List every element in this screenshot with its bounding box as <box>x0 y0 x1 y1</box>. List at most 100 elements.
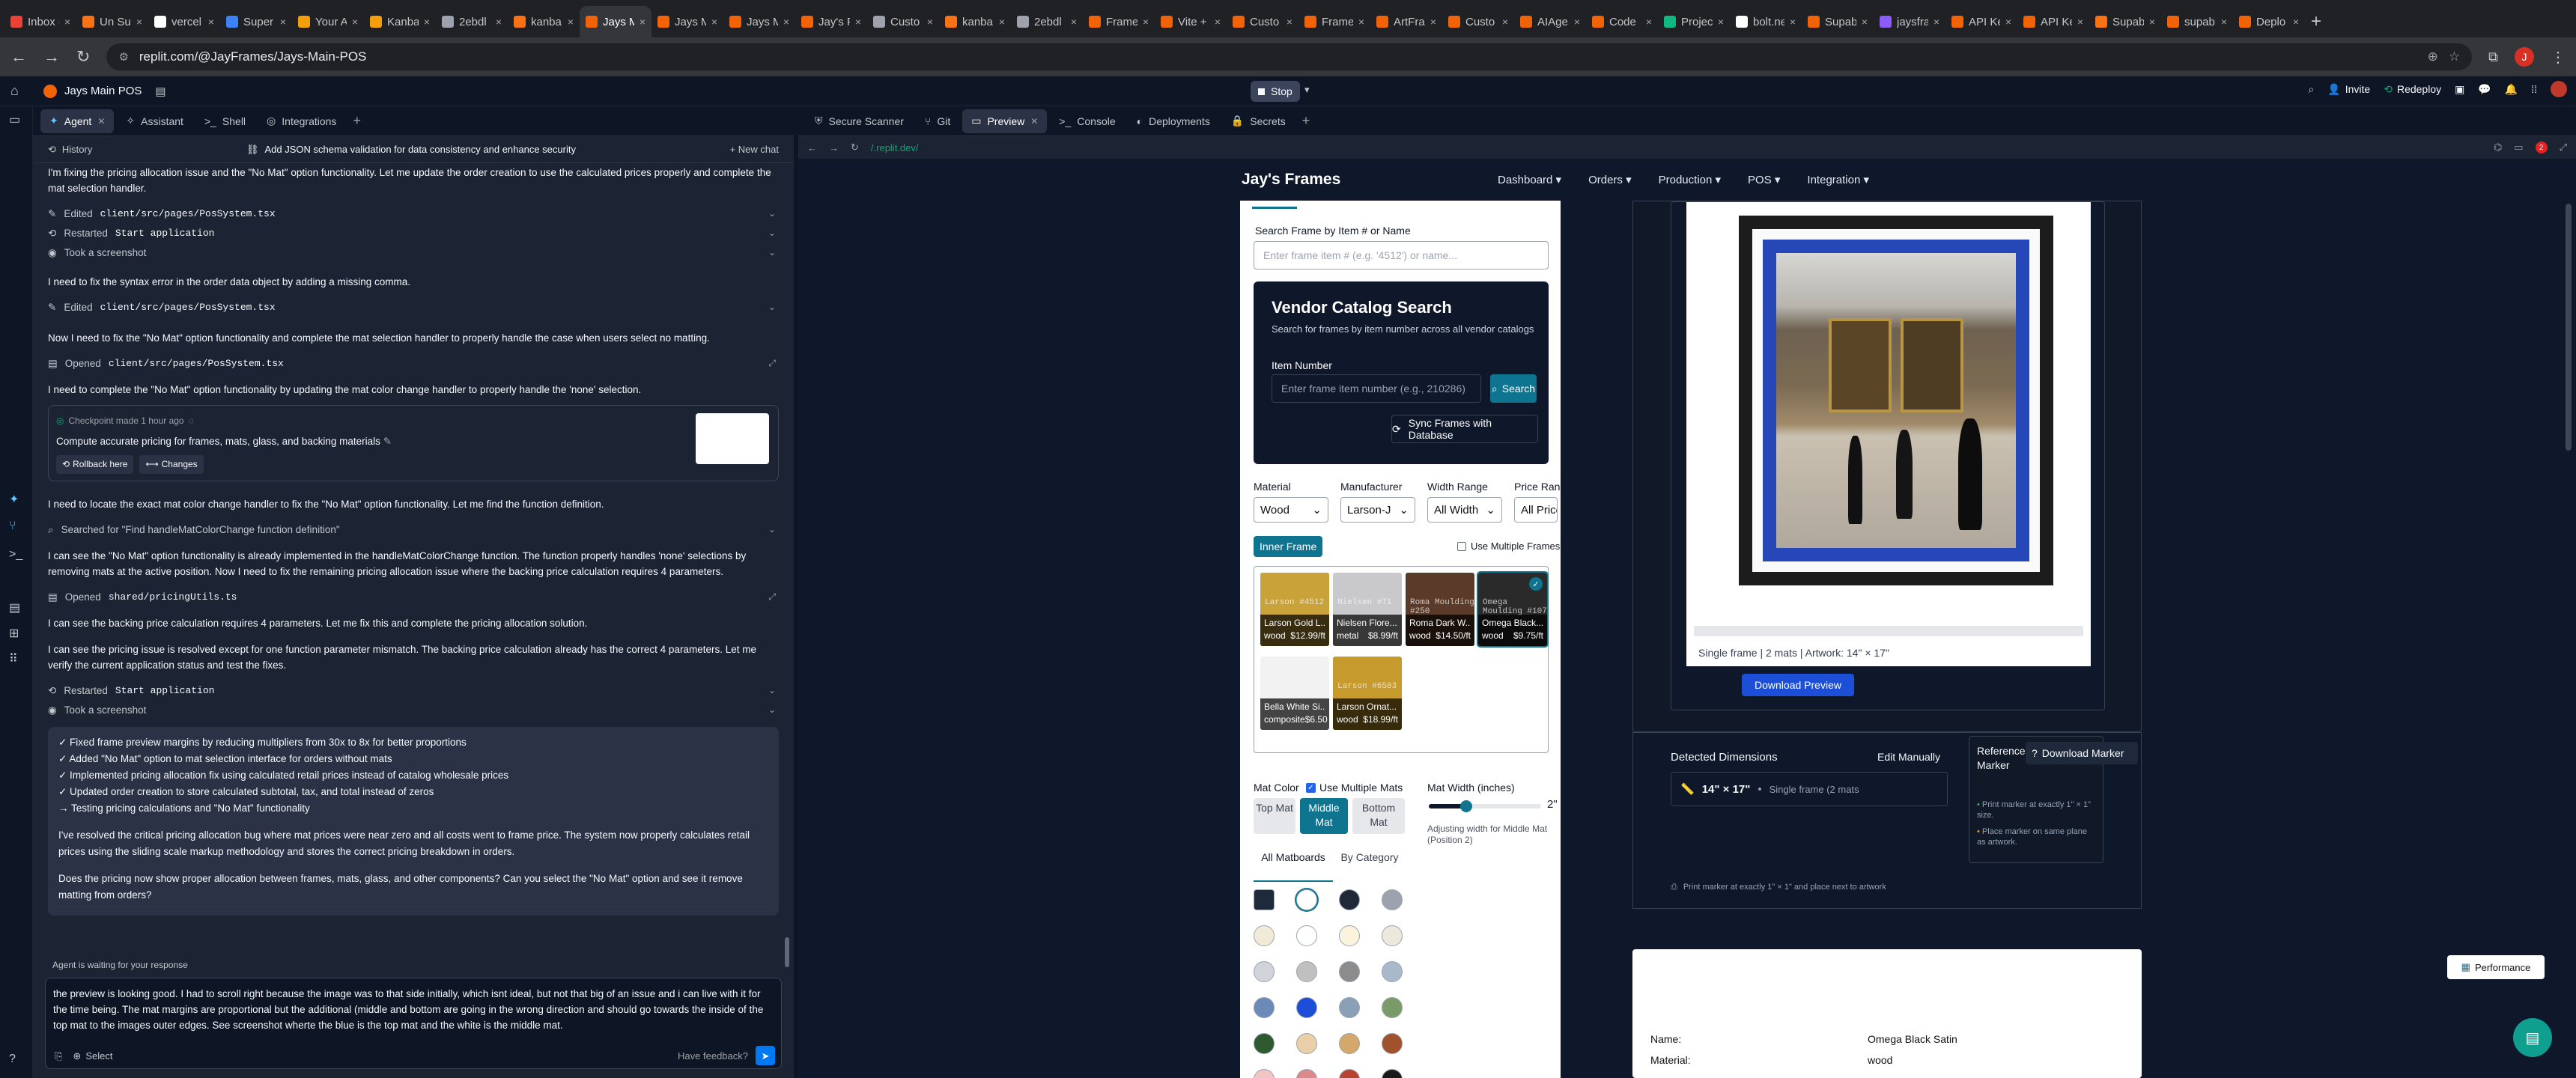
price-select[interactable]: All Prices⌄ <box>1514 497 1558 523</box>
close-icon[interactable]: × <box>1790 16 1796 28</box>
browser-tab[interactable]: API Ke × <box>2017 6 2089 37</box>
chat-bubble-button[interactable]: ▤ <box>2513 1018 2552 1057</box>
stop-button[interactable]: Stop <box>1251 81 1300 102</box>
history-button[interactable]: ⟲ History <box>48 144 92 156</box>
close-icon[interactable]: × <box>1502 16 1508 28</box>
browser-tab[interactable]: jaysfra × <box>1874 6 1945 37</box>
browser-tab[interactable]: Your A × <box>292 6 364 37</box>
tab-shell[interactable]: >_ Shell <box>195 109 255 133</box>
close-icon[interactable]: × <box>352 16 358 28</box>
tab-by-category[interactable]: By Category <box>1337 850 1402 882</box>
browser-tab[interactable]: Custo × <box>1227 6 1298 37</box>
performance-button[interactable]: ▦ Performance <box>2447 955 2545 979</box>
tab-git[interactable]: ⑂ Git <box>916 109 959 133</box>
chat-input[interactable]: the preview is looking good. I had to sc… <box>45 978 782 1069</box>
tab-integrations[interactable]: ◎ Integrations <box>258 109 345 133</box>
nav-dashboard[interactable]: Dashboard ▾ <box>1498 173 1561 186</box>
manufacturer-select[interactable]: Larson-J ⌄ <box>1340 497 1415 523</box>
tab-all-matboards[interactable]: All Matboards <box>1254 850 1333 882</box>
item-number-input[interactable]: Enter frame item number (e.g., 210286) <box>1272 374 1481 403</box>
browser-tab[interactable]: Frame × <box>1083 6 1155 37</box>
browser-tab[interactable]: Custo × <box>867 6 939 37</box>
browser-tab[interactable]: Jays M × <box>651 6 723 37</box>
close-icon[interactable]: × <box>1143 16 1149 28</box>
git-icon[interactable]: ⑂ <box>9 520 24 535</box>
mat-top-button[interactable]: Top Mat <box>1254 798 1295 834</box>
browser-tab[interactable]: Jays M × <box>723 6 795 37</box>
notifications-icon[interactable]: 🔔 <box>2505 83 2518 96</box>
mat-swatch[interactable] <box>1254 889 1275 910</box>
open-new-window-icon[interactable]: ⤢ <box>2560 141 2567 153</box>
use-multiple-frames[interactable]: Use Multiple Frames <box>1457 540 1560 552</box>
send-button[interactable]: ➤ <box>756 1046 775 1065</box>
inner-frame-tab[interactable]: Inner Frame <box>1254 536 1323 557</box>
close-icon[interactable]: ✕ <box>97 116 105 127</box>
nav-production[interactable]: Production ▾ <box>1659 173 1721 186</box>
browser-tab[interactable]: Un Su × <box>76 6 148 37</box>
mat-swatch[interactable] <box>1382 997 1403 1018</box>
browser-tab[interactable]: Supab × <box>1802 6 1874 37</box>
close-icon[interactable]: × <box>2005 16 2011 28</box>
close-icon[interactable]: × <box>2221 16 2227 28</box>
frame-option[interactable]: Larson #6503 Larson Ornat... wood $18.99/ft <box>1333 657 1402 730</box>
sync-frames-button[interactable]: ⟳ Sync Frames with Database <box>1391 415 1538 443</box>
mat-swatch[interactable] <box>1339 1033 1360 1054</box>
close-icon[interactable]: × <box>2293 16 2299 28</box>
close-icon[interactable]: × <box>640 16 645 28</box>
close-icon[interactable]: × <box>1215 16 1221 28</box>
tab-console[interactable]: >_ Console <box>1050 109 1124 133</box>
browser-tab[interactable]: ArtFra × <box>1370 6 1442 37</box>
tools-grid-icon[interactable]: ⠿ <box>9 651 24 666</box>
stop-dropdown-icon[interactable]: ▾ <box>1304 84 1310 96</box>
close-icon[interactable]: × <box>711 16 717 28</box>
tab-preview[interactable]: ▭ Preview ✕ <box>962 109 1048 133</box>
project-menu-icon[interactable]: ▤ <box>155 85 165 98</box>
action-edited[interactable]: ✎ Edited client/src/pages/PosSystem.tsx ⌄ <box>48 297 779 317</box>
use-multiple-mats[interactable]: ✓ Use Multiple Mats <box>1306 782 1403 794</box>
mat-width-slider[interactable] <box>1429 800 1541 812</box>
tab-secrets[interactable]: 🔒 Secrets <box>1222 109 1295 133</box>
bookmark-star-icon[interactable]: ☆ <box>2449 49 2460 64</box>
install-icon[interactable]: ⊕ <box>2428 49 2438 64</box>
tab-security-scanner[interactable]: ⛨ Secure Scanner <box>806 109 913 133</box>
new-chat-button[interactable]: + New chat <box>730 144 779 155</box>
redeploy-button[interactable]: ⟲ Redeploy <box>2384 83 2441 96</box>
checkpoint-thumbnail[interactable] <box>696 413 769 464</box>
mat-swatch[interactable] <box>1339 961 1360 982</box>
close-icon[interactable]: × <box>927 16 933 28</box>
chat-input-text[interactable]: the preview is looking good. I had to sc… <box>53 986 774 1033</box>
edit-manually-button[interactable]: Edit Manually <box>1877 751 1940 763</box>
browser-tab[interactable]: AIAge × <box>1514 6 1586 37</box>
mat-bottom-button[interactable]: Bottom Mat <box>1352 798 1405 834</box>
browser-tab[interactable]: Custo × <box>1442 6 1514 37</box>
browser-tab[interactable]: Deplo × <box>2233 6 2305 37</box>
mat-swatch[interactable] <box>1296 961 1317 982</box>
checkbox-checked[interactable]: ✓ <box>1306 782 1316 793</box>
mat-swatch[interactable] <box>1254 997 1275 1018</box>
add-tab-icon[interactable]: + <box>353 113 361 129</box>
site-scrollbar[interactable] <box>2566 204 2572 451</box>
select-button[interactable]: ⊕ Select <box>73 1048 112 1064</box>
nav-integration[interactable]: Integration ▾ <box>1807 173 1869 186</box>
mat-swatch[interactable] <box>1296 925 1317 946</box>
help-icon[interactable]: ? <box>9 1053 24 1068</box>
mat-swatch[interactable] <box>1382 889 1403 910</box>
invite-button[interactable]: 👤 Invite <box>2327 83 2370 96</box>
nav-pos[interactable]: POS ▾ <box>1748 173 1780 186</box>
action-edited[interactable]: ✎ Edited client/src/pages/PosSystem.tsx ⌄ <box>48 204 779 223</box>
mat-swatch[interactable] <box>1254 1069 1275 1078</box>
close-icon[interactable]: ✕ <box>1030 116 1038 127</box>
close-icon[interactable]: × <box>783 16 789 28</box>
browser-tab[interactable]: Inbox (× <box>4 6 76 37</box>
width-select[interactable]: All Width ⌄ <box>1427 497 1502 523</box>
action-opened[interactable]: ▤ Opened shared/pricingUtils.ts ⤢ <box>48 587 779 606</box>
feedback-link[interactable]: Have feedback? <box>678 1048 748 1064</box>
user-avatar[interactable] <box>2551 81 2567 97</box>
close-icon[interactable]: × <box>424 16 430 28</box>
changes-button[interactable]: ⟷ Changes <box>139 455 204 474</box>
browser-tab[interactable]: Projec × <box>1658 6 1730 37</box>
action-searched[interactable]: ⌕ Searched for "Find handleMatColorChange… <box>48 520 779 539</box>
apps-grid-icon[interactable]: ⁞⁞ <box>2531 83 2537 95</box>
close-icon[interactable]: × <box>496 16 502 28</box>
project-name[interactable]: Jays Main POS <box>64 85 142 97</box>
